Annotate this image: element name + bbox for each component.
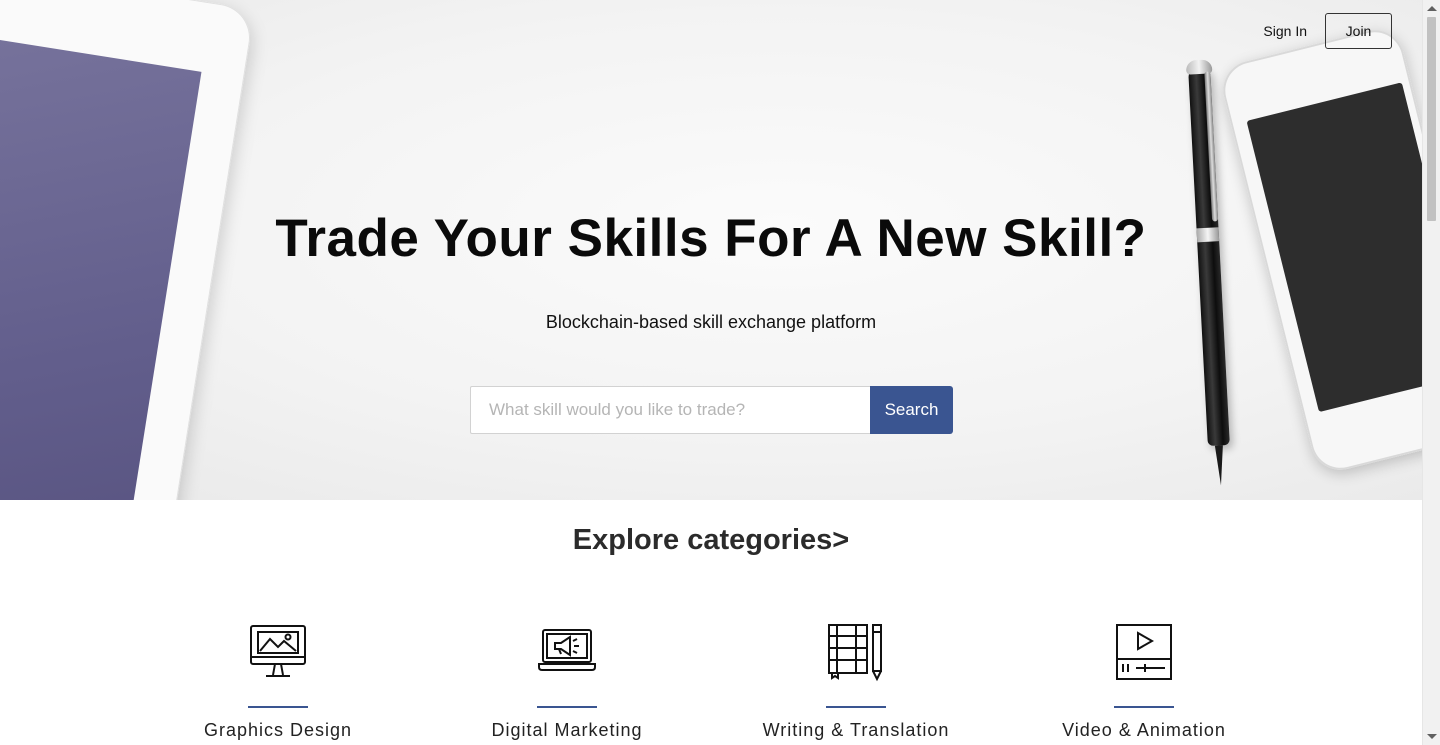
search-form: Search — [470, 386, 953, 434]
category-underline — [248, 706, 308, 708]
category-digital-marketing[interactable]: Digital Marketing — [437, 622, 697, 741]
join-button[interactable]: Join — [1325, 13, 1392, 49]
scroll-down-arrow-icon[interactable] — [1427, 734, 1437, 739]
category-label: Graphics Design — [203, 720, 353, 740]
page-scrollbar[interactable] — [1422, 0, 1440, 745]
category-underline — [1114, 706, 1174, 708]
top-nav: Sign In Join — [1263, 13, 1392, 49]
category-video-animation[interactable]: Video & Animation — [1014, 622, 1274, 741]
category-grid: Graphics Design Digital Marketing Writin… — [0, 622, 1422, 745]
hero-title: Trade Your Skills For A New Skill? — [275, 209, 1147, 268]
search-input[interactable] — [470, 386, 870, 434]
category-underline — [826, 706, 886, 708]
monitor-image-icon — [250, 625, 306, 677]
explore-categories-heading[interactable]: Explore categories> — [0, 524, 1422, 557]
video-player-icon — [1116, 624, 1172, 680]
notebook-pen-icon — [828, 624, 882, 682]
laptop-megaphone-icon — [538, 629, 596, 671]
hero-subtitle: Blockchain-based skill exchange platform — [545, 312, 877, 332]
category-graphics-design[interactable]: Graphics Design — [148, 622, 408, 741]
hero-banner: Sign In Join Trade Your Skills For A New… — [0, 0, 1422, 500]
category-label: Writing & Translation — [762, 720, 950, 740]
scroll-thumb[interactable] — [1427, 17, 1436, 221]
category-underline — [537, 706, 597, 708]
category-writing-translation[interactable]: Writing & Translation — [726, 622, 986, 741]
category-label: Video & Animation — [1062, 720, 1226, 740]
sign-in-link[interactable]: Sign In — [1263, 23, 1307, 39]
category-label: Digital Marketing — [491, 720, 643, 740]
scroll-up-arrow-icon[interactable] — [1427, 6, 1437, 11]
search-button[interactable]: Search — [870, 386, 953, 434]
